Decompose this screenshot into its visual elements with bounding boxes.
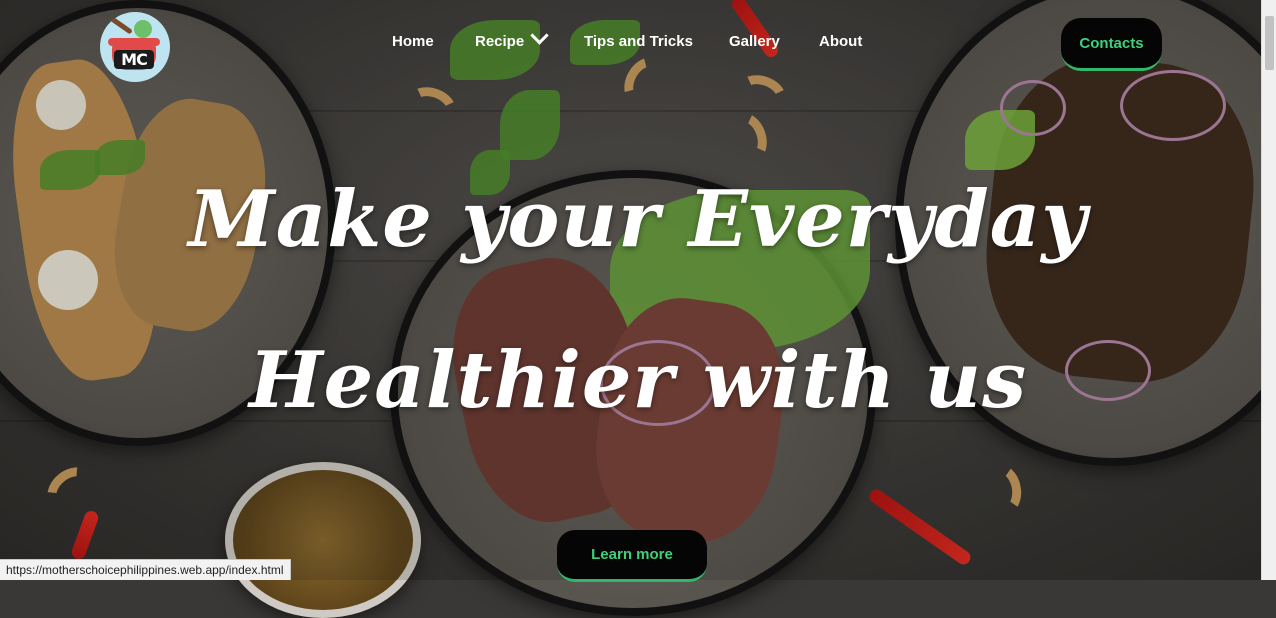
nav-about[interactable]: About: [819, 33, 862, 50]
nav-gallery[interactable]: Gallery: [729, 33, 780, 50]
contacts-button[interactable]: Contacts: [1061, 18, 1162, 71]
scrollbar-thumb[interactable]: [1265, 16, 1274, 70]
nav-home[interactable]: Home: [392, 33, 434, 50]
spoon-icon: [107, 14, 133, 35]
hero-heading-line2: Healthier with us: [248, 335, 1028, 426]
status-bar-url: https://motherschoicephilippines.web.app…: [0, 559, 291, 580]
hero-heading-line1: Make your Everyday: [188, 174, 1088, 265]
vertical-scrollbar[interactable]: [1261, 0, 1276, 580]
learn-more-button[interactable]: Learn more: [557, 530, 707, 582]
nav-recipe-label: Recipe: [475, 33, 525, 50]
nav-recipe[interactable]: Recipe: [475, 26, 549, 50]
nav-tips-and-tricks[interactable]: Tips and Tricks: [584, 33, 693, 50]
dark-overlay: [0, 0, 1276, 580]
